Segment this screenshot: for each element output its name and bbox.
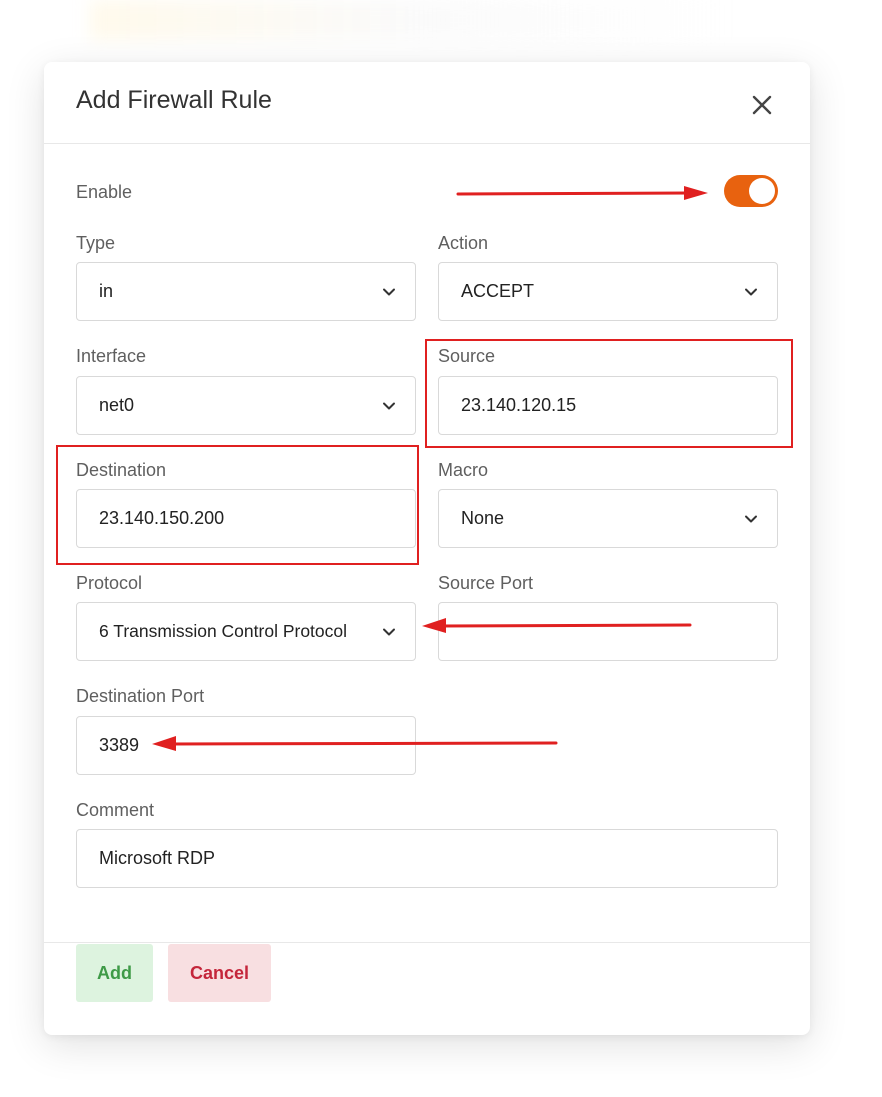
enable-toggle[interactable] bbox=[724, 175, 778, 207]
interface-value: net0 bbox=[99, 395, 135, 415]
destination-port-label: Destination Port bbox=[76, 686, 205, 706]
destination-port-value: 3389 bbox=[99, 735, 140, 755]
comment-input[interactable]: Microsoft RDP bbox=[76, 829, 778, 888]
comment-value: Microsoft RDP bbox=[99, 848, 216, 868]
interface-label: Interface bbox=[76, 346, 147, 366]
chevron-down-icon bbox=[383, 628, 395, 636]
protocol-label: Protocol bbox=[76, 573, 143, 593]
action-value: ACCEPT bbox=[461, 281, 535, 301]
enable-label: Enable bbox=[76, 182, 133, 202]
toggle-knob bbox=[749, 178, 775, 204]
chevron-down-icon bbox=[745, 515, 757, 523]
destination-port-input[interactable]: 3389 bbox=[76, 716, 416, 775]
type-value: in bbox=[99, 281, 114, 301]
close-button[interactable] bbox=[744, 87, 780, 123]
destination-highlight-box bbox=[56, 445, 419, 565]
type-select[interactable]: in bbox=[76, 262, 416, 321]
chevron-down-icon bbox=[383, 288, 395, 296]
source-highlight-box bbox=[425, 339, 793, 448]
macro-value: None bbox=[461, 508, 505, 528]
close-icon bbox=[752, 95, 772, 115]
macro-label: Macro bbox=[438, 460, 489, 480]
add-button[interactable]: Add bbox=[76, 944, 153, 1002]
cancel-button[interactable]: Cancel bbox=[168, 944, 271, 1002]
dialog-title: Add Firewall Rule bbox=[76, 86, 272, 114]
interface-select[interactable]: net0 bbox=[76, 376, 416, 435]
source-port-label: Source Port bbox=[438, 573, 534, 593]
chevron-down-icon bbox=[745, 288, 757, 296]
action-label: Action bbox=[438, 233, 489, 253]
background-blur bbox=[90, 0, 730, 40]
dialog-header: Add Firewall Rule bbox=[44, 62, 810, 144]
protocol-value: 6 Transmission Control Protocol bbox=[99, 621, 348, 641]
type-label: Type bbox=[76, 233, 116, 253]
comment-label: Comment bbox=[76, 800, 155, 820]
source-port-input[interactable] bbox=[438, 602, 778, 661]
footer-divider bbox=[44, 942, 810, 943]
chevron-down-icon bbox=[383, 402, 395, 410]
protocol-select[interactable]: 6 Transmission Control Protocol bbox=[76, 602, 416, 661]
action-select[interactable]: ACCEPT bbox=[438, 262, 778, 321]
macro-select[interactable]: None bbox=[438, 489, 778, 548]
